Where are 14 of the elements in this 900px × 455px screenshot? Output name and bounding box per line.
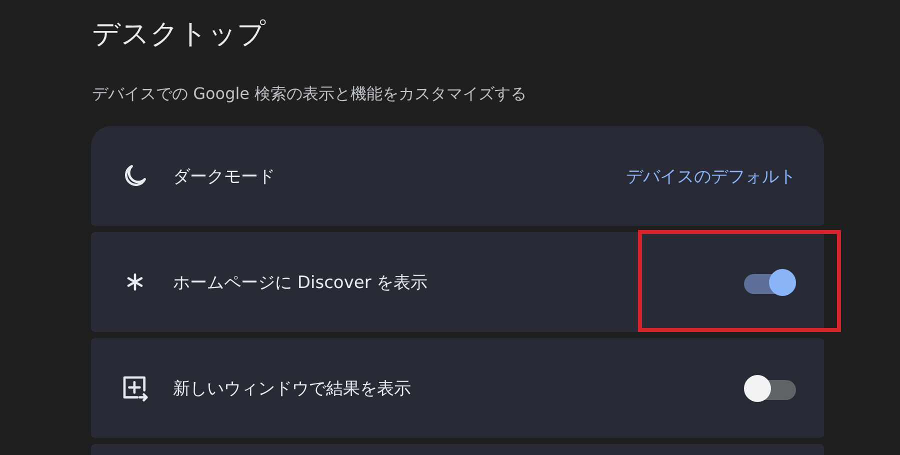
setting-row[interactable]: 新しいウィンドウで結果を表示	[91, 338, 824, 438]
asterisk-icon	[126, 273, 144, 291]
toggle-switch[interactable]	[744, 376, 796, 400]
setting-label: ダークモード	[173, 166, 276, 188]
moon-icon	[122, 163, 148, 189]
page-title: デスクトップ	[92, 16, 267, 52]
setting-row[interactable]: ホームページに Discover を表示	[91, 232, 824, 332]
setting-label: 新しいウィンドウで結果を表示	[173, 378, 412, 400]
toggle-switch[interactable]	[744, 270, 796, 294]
setting-row[interactable]: ダークモード デバイスのデフォルト	[91, 126, 824, 226]
setting-label: ホームページに Discover を表示	[173, 272, 429, 294]
value-link[interactable]: デバイスのデフォルト	[626, 164, 796, 188]
new-window-icon	[121, 374, 149, 402]
page-description: デバイスでの Google 検索の表示と機能をカスタマイズする	[92, 83, 528, 105]
